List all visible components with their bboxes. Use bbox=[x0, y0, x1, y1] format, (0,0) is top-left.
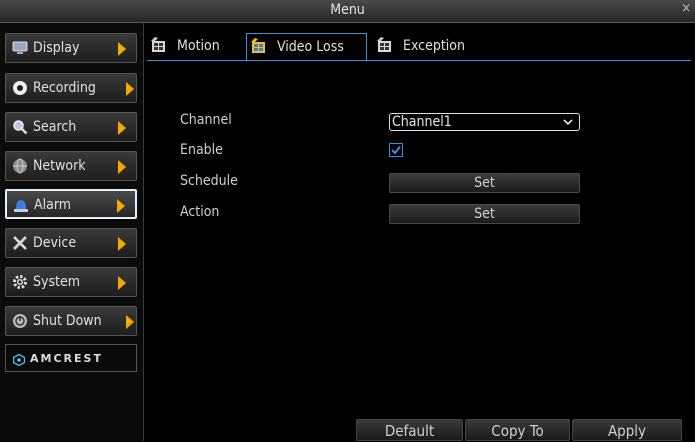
chevron-right-icon bbox=[117, 199, 125, 213]
display-icon bbox=[12, 40, 28, 56]
recording-icon bbox=[12, 80, 28, 96]
checkmark-icon bbox=[391, 145, 401, 155]
chevron-right-icon bbox=[126, 315, 134, 329]
tab-label: Video Loss bbox=[277, 39, 344, 55]
channel-label: Channel bbox=[180, 112, 232, 128]
film-icon bbox=[375, 37, 393, 55]
sidebar-item-label: System bbox=[33, 274, 80, 290]
sidebar-item-label: Network bbox=[33, 158, 86, 174]
chevron-right-icon bbox=[118, 237, 126, 251]
default-button[interactable]: Default bbox=[356, 419, 463, 441]
sidebar-item-network[interactable]: Network bbox=[5, 151, 137, 181]
sidebar-item-search[interactable]: Search bbox=[5, 112, 137, 142]
chevron-down-icon bbox=[563, 115, 573, 134]
film-icon bbox=[249, 38, 267, 56]
chevron-right-icon bbox=[118, 42, 126, 56]
film-icon bbox=[149, 37, 167, 55]
action-set-button[interactable]: Set bbox=[389, 204, 580, 224]
sidebar: Display Recording Search Network Alarm D… bbox=[0, 23, 144, 441]
sidebar-item-recording[interactable]: Recording bbox=[5, 73, 137, 103]
logo-text: AMCREST bbox=[30, 352, 103, 365]
alarm-icon bbox=[13, 197, 29, 213]
amcrest-logo: AMCREST bbox=[5, 344, 137, 372]
apply-button[interactable]: Apply bbox=[572, 419, 682, 441]
tab-underline bbox=[147, 60, 691, 61]
chevron-right-icon bbox=[118, 121, 126, 135]
schedule-set-button[interactable]: Set bbox=[389, 173, 580, 193]
schedule-label: Schedule bbox=[180, 173, 238, 189]
sidebar-item-label: Search bbox=[33, 119, 77, 135]
close-icon[interactable]: × bbox=[681, 1, 691, 16]
tab-video-loss[interactable]: Video Loss bbox=[246, 33, 367, 61]
sidebar-item-label: Shut Down bbox=[33, 313, 102, 329]
tab-exception[interactable]: Exception bbox=[373, 33, 493, 61]
enable-label: Enable bbox=[180, 142, 223, 158]
menu-window: Menu × Display Recording Search Network … bbox=[0, 0, 695, 441]
chevron-right-icon bbox=[118, 276, 126, 290]
tab-label: Motion bbox=[177, 38, 220, 54]
action-label: Action bbox=[180, 204, 220, 220]
sidebar-item-system[interactable]: System bbox=[5, 267, 137, 297]
logo-icon bbox=[12, 351, 26, 367]
sidebar-item-label: Display bbox=[33, 40, 80, 56]
sidebar-item-label: Alarm bbox=[34, 197, 72, 213]
gear-icon bbox=[12, 274, 28, 290]
copy-to-button[interactable]: Copy To bbox=[465, 419, 570, 441]
sidebar-item-label: Device bbox=[33, 235, 77, 251]
channel-value: Channel1 bbox=[392, 114, 452, 130]
title-bar: Menu × bbox=[0, 0, 695, 23]
enable-checkbox[interactable] bbox=[389, 143, 403, 157]
sidebar-item-alarm[interactable]: Alarm bbox=[5, 189, 137, 219]
chevron-right-icon bbox=[118, 160, 126, 174]
channel-select[interactable]: Channel1 bbox=[389, 113, 580, 131]
sidebar-item-display[interactable]: Display bbox=[5, 33, 137, 63]
chevron-right-icon bbox=[126, 82, 134, 96]
sidebar-item-label: Recording bbox=[33, 80, 96, 96]
tools-icon bbox=[12, 235, 28, 251]
sidebar-item-shutdown[interactable]: Shut Down bbox=[5, 306, 137, 336]
network-icon bbox=[12, 158, 28, 174]
tab-label: Exception bbox=[403, 38, 465, 54]
tab-motion[interactable]: Motion bbox=[147, 33, 241, 61]
sidebar-item-device[interactable]: Device bbox=[5, 228, 137, 258]
power-icon bbox=[12, 313, 28, 329]
window-title: Menu bbox=[330, 2, 365, 18]
search-icon bbox=[12, 119, 28, 135]
